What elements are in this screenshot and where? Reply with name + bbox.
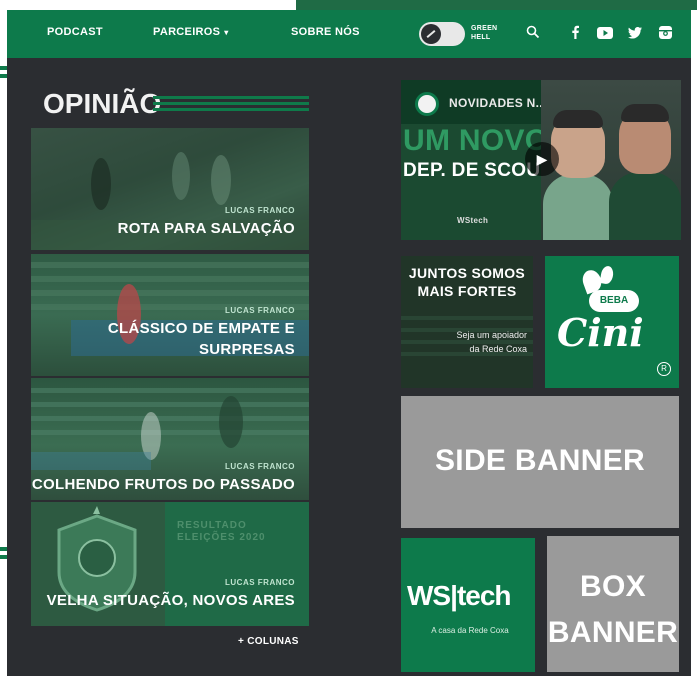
wstech-logo: WS|tech (407, 580, 512, 611)
card-title[interactable]: CLÁSSICO DE EMPATE E SURPRESAS (95, 318, 295, 360)
side-banner-label: SIDE BANNER (435, 444, 645, 477)
opinion-card[interactable]: RESULTADO ELEIÇÕES 2020 LUCAS FRANCO VEL… (31, 502, 309, 626)
nav-link-parceiros-label: PARCEIROS (153, 26, 221, 38)
title-decor-line (153, 102, 309, 105)
box-banner-label: BOX BANNER (547, 570, 679, 649)
search-icon[interactable] (523, 24, 543, 44)
opinion-card[interactable]: LUCAS FRANCO ROTA PARA SALVAÇÃO (31, 128, 309, 250)
chevron-down-icon: ▾ (224, 28, 229, 37)
supporter-banner[interactable]: JUNTOS SOMOS MAIS FORTES Seja um apoiado… (401, 256, 533, 388)
top-nav: PODCAST PARCEIROS ▾ SOBRE NÓS GREEN HELL (7, 10, 691, 58)
toggle-label: GREEN HELL (471, 25, 498, 41)
nav-link-podcast[interactable]: PODCAST (47, 26, 103, 38)
person-hair (553, 110, 603, 128)
play-icon[interactable]: ▶ (525, 142, 559, 176)
card-author: LUCAS FRANCO (225, 206, 295, 215)
supporter-title: JUNTOS SOMOS MAIS FORTES (408, 265, 526, 299)
card-title[interactable]: COLHENDO FRUTOS DO PASSADO (32, 474, 295, 495)
nav-link-sobre[interactable]: SOBRE NÓS (291, 26, 360, 38)
card-title[interactable]: VELHA SITUAÇÃO, NOVOS ARES (47, 590, 295, 611)
title-decor-line (153, 96, 309, 99)
wstech-ad[interactable]: WS|tech A casa da Rede Coxa (401, 538, 535, 672)
person-hair (621, 104, 669, 122)
person-body (543, 174, 613, 240)
green-hell-toggle[interactable] (419, 22, 465, 46)
leaf-icon (599, 265, 615, 285)
side-banner[interactable]: SIDE BANNER (401, 396, 679, 528)
video-embed[interactable]: NOVIDADES N... UM NOVO DEP. DE SCOUT WSt… (401, 80, 681, 240)
club-crest-icon (415, 92, 439, 116)
cini-beba-label: BEBA (589, 290, 639, 312)
registered-icon: R (657, 362, 671, 376)
title-decor-line (153, 108, 309, 111)
section-title-opiniao: OPINIÃO (43, 88, 162, 119)
opinion-card[interactable]: LUCAS FRANCO CLÁSSICO DE EMPATE E SURPRE… (31, 254, 309, 376)
twitter-icon[interactable] (625, 24, 645, 44)
facebook-icon[interactable] (565, 24, 585, 44)
video-title: NOVIDADES N... (449, 96, 547, 110)
card-author: LUCAS FRANCO (225, 578, 295, 587)
more-columns-link[interactable]: + COLUNAS (238, 636, 299, 647)
supporter-text: Seja um apoiador da Rede Coxa (456, 330, 527, 354)
nav-link-parceiros[interactable]: PARCEIROS ▾ (153, 26, 229, 38)
video-people-image: ⋮ (541, 80, 681, 240)
opinion-card[interactable]: LUCAS FRANCO COLHENDO FRUTOS DO PASSADO (31, 378, 309, 500)
page-frame: PODCAST PARCEIROS ▾ SOBRE NÓS GREEN HELL … (7, 10, 691, 676)
box-banner[interactable]: BOX BANNER (547, 536, 679, 672)
wstech-tagline: A casa da Rede Coxa (431, 626, 509, 635)
cini-ad[interactable]: BEBA Cini R (545, 256, 679, 388)
toggle-knob (421, 24, 441, 44)
card-title[interactable]: ROTA PARA SALVAÇÃO (118, 218, 295, 239)
person-body (609, 172, 681, 240)
instagram-icon[interactable] (655, 24, 675, 44)
cini-logo-text: Cini (557, 310, 644, 355)
card-overlay-text: RESULTADO ELEIÇÕES 2020 (177, 520, 266, 543)
decor-top-bar (296, 0, 697, 10)
youtube-icon[interactable] (595, 24, 615, 44)
card-author: LUCAS FRANCO (225, 306, 295, 315)
card-author: LUCAS FRANCO (225, 462, 295, 471)
